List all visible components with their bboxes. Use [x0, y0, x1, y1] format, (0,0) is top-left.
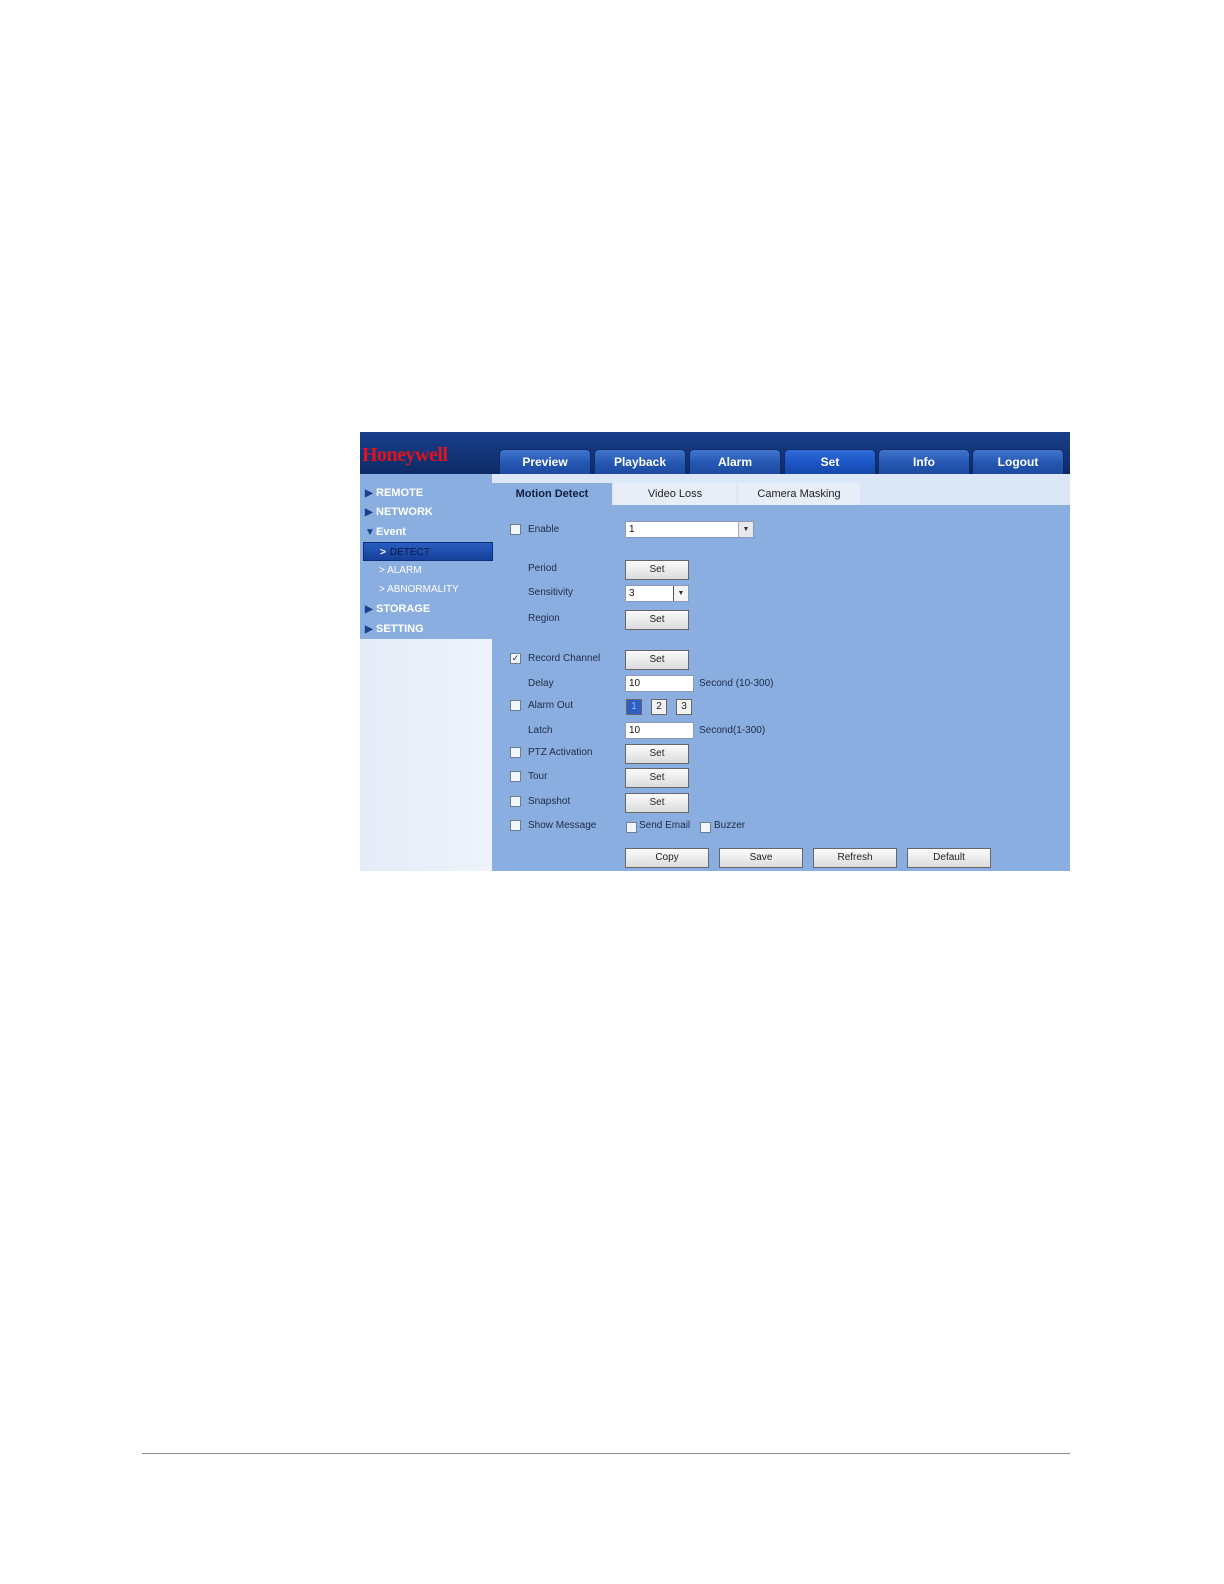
- nav-info[interactable]: Info: [878, 449, 970, 474]
- chevron-right-icon: >: [379, 565, 388, 576]
- alarm-out-checkbox[interactable]: [510, 700, 521, 711]
- expand-arrow-icon: ▶: [365, 507, 373, 518]
- tour-set-button[interactable]: Set: [625, 768, 689, 788]
- sidebar-subitem-detect[interactable]: > DETECT: [363, 542, 493, 561]
- default-button[interactable]: Default: [907, 848, 991, 868]
- app-window: Honeywell Preview Playback Alarm Set Inf…: [360, 432, 1070, 871]
- top-bar: Honeywell Preview Playback Alarm Set Inf…: [360, 432, 1070, 474]
- sidebar-item-label: SETTING: [376, 623, 424, 635]
- channel-select-value: 1: [629, 524, 635, 535]
- sidebar-item-remote[interactable]: ▶ REMOTE: [365, 485, 423, 501]
- alarm-out-label: Alarm Out: [528, 700, 574, 711]
- tab-video-loss[interactable]: Video Loss: [614, 483, 736, 505]
- snapshot-checkbox[interactable]: [510, 796, 521, 807]
- sidebar-item-label: Event: [376, 526, 406, 538]
- sidebar-subitem-alarm[interactable]: > ALARM: [379, 563, 422, 579]
- buzzer-checkbox[interactable]: [700, 822, 711, 833]
- buzzer-label: Buzzer: [714, 820, 746, 831]
- sensitivity-label: Sensitivity: [528, 587, 574, 598]
- latch-unit: Second(1-300): [699, 725, 766, 736]
- send-email-label: Send Email: [639, 820, 691, 831]
- ptz-activation-label: PTZ Activation: [528, 747, 593, 758]
- page-footer-divider: [142, 1453, 1070, 1454]
- nav-preview[interactable]: Preview: [499, 449, 591, 474]
- save-button[interactable]: Save: [719, 848, 803, 868]
- sidebar-item-storage[interactable]: ▶ STORAGE: [365, 601, 430, 617]
- record-channel-label: Record Channel: [528, 653, 601, 664]
- channel-select[interactable]: 1 ▼: [625, 521, 754, 538]
- sidebar-item-label: NETWORK: [376, 506, 433, 518]
- sidebar-item-label: ABNORMALITY: [387, 584, 459, 595]
- tab-motion-detect[interactable]: Motion Detect: [492, 483, 612, 505]
- refresh-button[interactable]: Refresh: [813, 848, 897, 868]
- delay-label: Delay: [528, 678, 554, 689]
- region-set-button[interactable]: Set: [625, 610, 689, 630]
- tour-checkbox[interactable]: [510, 771, 521, 782]
- snapshot-set-button[interactable]: Set: [625, 793, 689, 813]
- sidebar-item-label: STORAGE: [376, 603, 431, 615]
- sidebar-item-label: DETECT: [389, 547, 430, 558]
- period-label: Period: [528, 563, 557, 574]
- enable-label: Enable: [528, 524, 560, 535]
- show-message-label: Show Message: [528, 820, 597, 831]
- show-message-checkbox[interactable]: [510, 820, 521, 831]
- latch-label: Latch: [528, 725, 553, 736]
- sidebar-item-event[interactable]: ▼Event: [365, 524, 406, 540]
- tab-bar: Motion Detect Video Loss Camera Masking: [492, 474, 1070, 505]
- nav-logout[interactable]: Logout: [972, 449, 1064, 474]
- latch-input[interactable]: 10: [625, 722, 694, 739]
- dropdown-arrow-icon[interactable]: ▼: [738, 522, 753, 537]
- honeywell-logo: Honeywell: [362, 444, 448, 466]
- sidebar-item-setting[interactable]: ▶ SETTING: [365, 621, 424, 637]
- sidebar: ▶ REMOTE ▶ NETWORK ▼Event > DETECT > ALARM …: [360, 474, 493, 871]
- copy-button[interactable]: Copy: [625, 848, 709, 868]
- record-channel-set-button[interactable]: Set: [625, 650, 689, 670]
- tab-camera-masking[interactable]: Camera Masking: [738, 483, 860, 505]
- sidebar-item-label: ALARM: [387, 565, 422, 576]
- sidebar-item-network[interactable]: ▶ NETWORK: [365, 504, 433, 520]
- expand-arrow-icon: ▶: [365, 604, 373, 615]
- nav-playback[interactable]: Playback: [594, 449, 686, 474]
- chevron-right-icon: >: [379, 584, 388, 595]
- snapshot-label: Snapshot: [528, 796, 571, 807]
- delay-unit: Second (10-300): [699, 678, 774, 689]
- ptz-activation-checkbox[interactable]: [510, 747, 521, 758]
- sidebar-item-label: REMOTE: [376, 487, 424, 499]
- region-label: Region: [528, 613, 560, 624]
- nav-alarm[interactable]: Alarm: [689, 449, 781, 474]
- sensitivity-select-value: 3: [629, 588, 635, 599]
- delay-input[interactable]: 10: [625, 675, 694, 692]
- ptz-set-button[interactable]: Set: [625, 744, 689, 764]
- sidebar-subitem-abnormality[interactable]: > ABNORMALITY: [379, 582, 459, 598]
- alarm-out-channel-1[interactable]: 1: [626, 699, 642, 715]
- collapse-arrow-icon: ▼: [365, 527, 375, 538]
- period-set-button[interactable]: Set: [625, 560, 689, 580]
- dropdown-arrow-icon[interactable]: ▼: [673, 586, 688, 601]
- send-email-checkbox[interactable]: [626, 822, 637, 833]
- tour-label: Tour: [528, 771, 548, 782]
- alarm-out-channel-3[interactable]: 3: [676, 699, 692, 715]
- expand-arrow-icon: ▶: [365, 624, 373, 635]
- alarm-out-channel-2[interactable]: 2: [651, 699, 667, 715]
- chevron-right-icon: >: [380, 547, 386, 558]
- enable-checkbox[interactable]: [510, 524, 521, 535]
- expand-arrow-icon: ▶: [365, 488, 373, 499]
- nav-set[interactable]: Set: [784, 449, 876, 474]
- sensitivity-select[interactable]: 3 ▼: [625, 585, 689, 602]
- record-channel-checkbox[interactable]: ✓: [510, 653, 521, 664]
